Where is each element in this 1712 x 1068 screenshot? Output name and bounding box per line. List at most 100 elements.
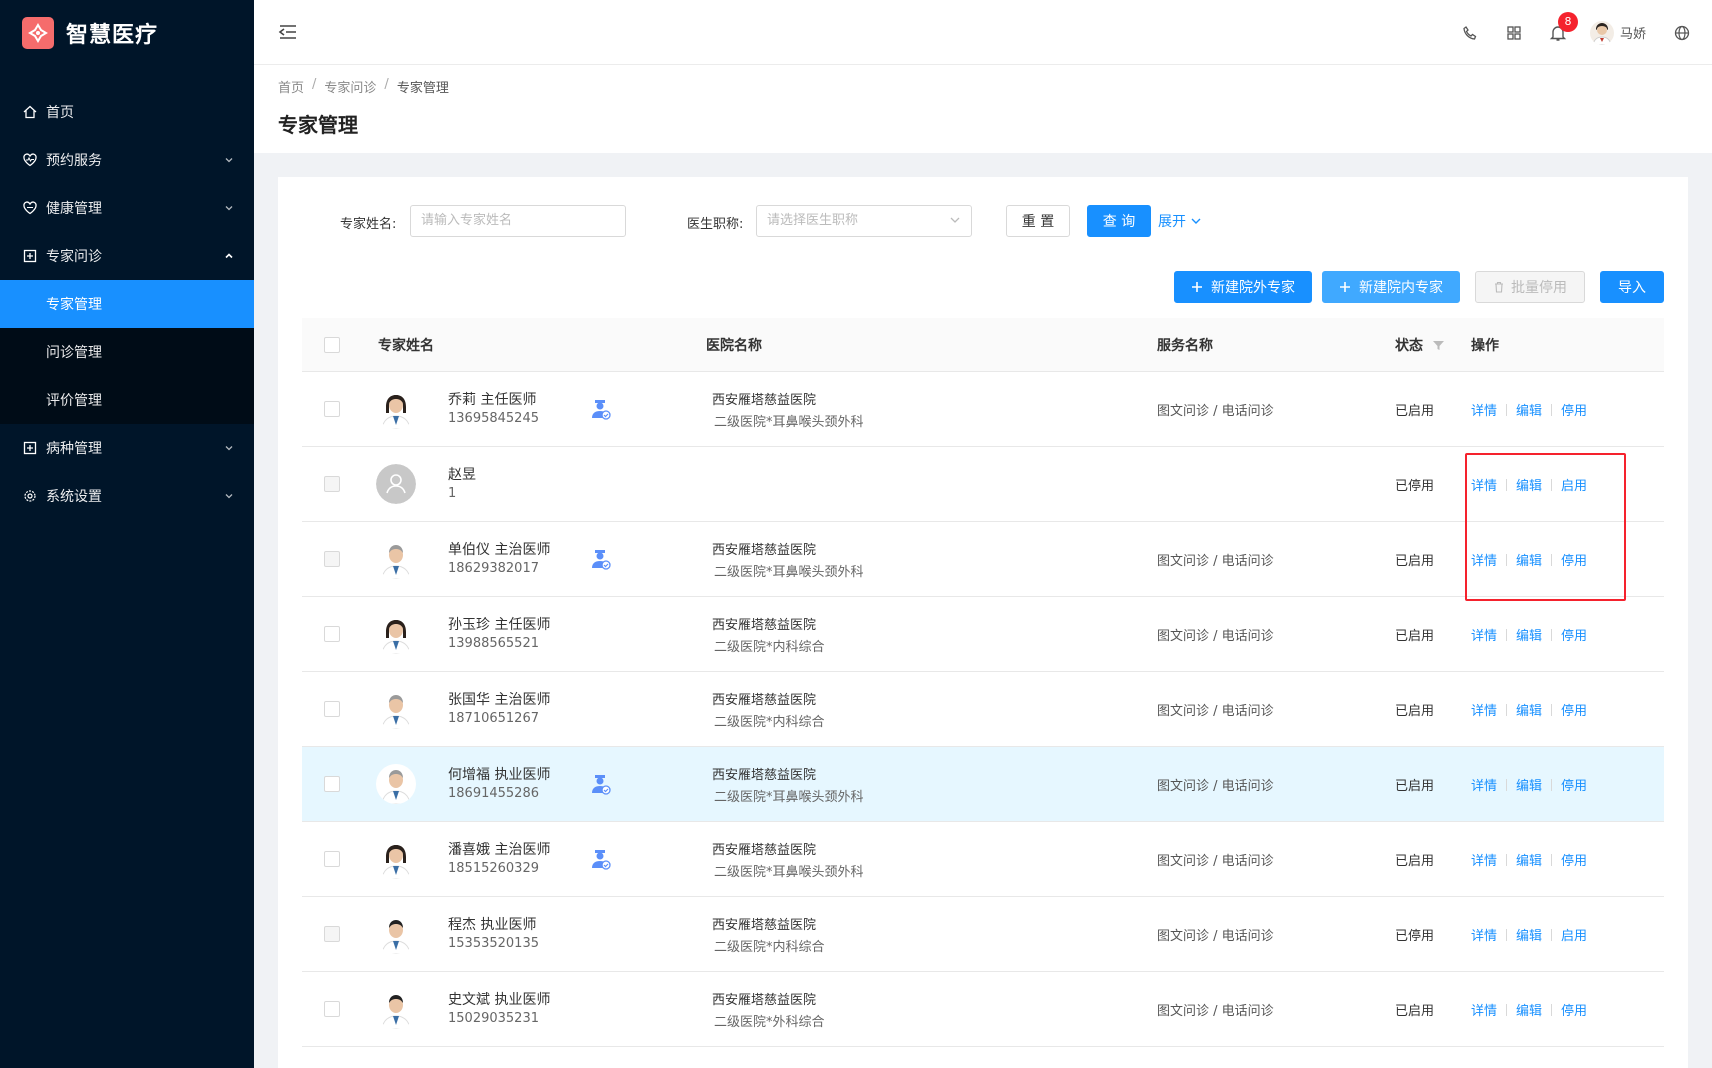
sidebar-subitem-2[interactable]: 评价管理 (0, 376, 254, 424)
row-actions: 详情 编辑 停用 (1471, 400, 1587, 419)
hospital-name: 西安雁塔慈益医院 (712, 393, 817, 408)
expert-avatar (376, 764, 416, 804)
breadcrumb: 首页 / 专家问诊 / 专家管理 (278, 77, 449, 96)
hospital-department: 二级医院*耳鼻喉头颈外科 (714, 865, 864, 880)
row-checkbox[interactable] (324, 476, 340, 492)
breadcrumb-current: 专家管理 (396, 81, 449, 96)
filter-icon[interactable] (1433, 340, 1444, 351)
detail-link[interactable]: 详情 (1471, 850, 1497, 869)
service-name: 图文问诊 / 电话问诊 (1157, 779, 1274, 794)
add-external-expert-button[interactable]: 新建院外专家 (1174, 271, 1312, 303)
edit-link[interactable]: 编辑 (1516, 475, 1542, 494)
detail-link[interactable]: 详情 (1471, 775, 1497, 794)
status-text: 已启用 (1395, 1004, 1435, 1019)
grid-icon[interactable] (1504, 23, 1524, 43)
row-checkbox[interactable] (324, 551, 340, 567)
batch-disable-label: 批量停用 (1511, 280, 1567, 296)
expert-avatar (376, 989, 416, 1029)
detail-link[interactable]: 详情 (1471, 625, 1497, 644)
edit-link[interactable]: 编辑 (1516, 925, 1542, 944)
expert-name: 何增福 执业医师 (448, 767, 551, 783)
logo: 智慧医疗 (0, 0, 254, 66)
sidebar-item-2[interactable]: 健康管理 (0, 184, 254, 232)
add-internal-expert-label: 新建院内专家 (1359, 280, 1443, 296)
toggle-status-link[interactable]: 停用 (1561, 625, 1587, 644)
table-row: 单伯仪 主治医师 18629382017 西安雁塔慈益医院 二级医院*耳鼻喉头颈外科 图… (302, 522, 1664, 597)
chevron-up-icon (224, 251, 234, 261)
batch-disable-button[interactable]: 批量停用 (1475, 271, 1585, 303)
doctor-title-select[interactable]: 请选择医生职称 (756, 205, 972, 237)
sidebar-item-5[interactable]: 系统设置 (0, 472, 254, 520)
query-button[interactable]: 查 询 (1087, 205, 1151, 237)
toggle-status-link[interactable]: 停用 (1561, 550, 1587, 569)
edit-link[interactable]: 编辑 (1516, 700, 1542, 719)
bell-icon[interactable]: 8 (1548, 11, 1578, 43)
row-checkbox[interactable] (324, 626, 340, 642)
expert-name: 乔莉 主任医师 (448, 392, 537, 408)
row-checkbox[interactable] (324, 401, 340, 417)
row-checkbox[interactable] (324, 776, 340, 792)
expert-name-input[interactable]: 请输入专家姓名 (410, 205, 626, 237)
hospital-department: 二级医院*耳鼻喉头颈外科 (714, 790, 864, 805)
row-actions: 详情 编辑 停用 (1471, 775, 1587, 794)
settings-icon (22, 488, 38, 504)
select-all-checkbox[interactable] (324, 337, 340, 353)
app-title: 智慧医疗 (66, 23, 159, 48)
toggle-status-link[interactable]: 停用 (1561, 400, 1587, 419)
edit-link[interactable]: 编辑 (1516, 1000, 1542, 1019)
sidebar-item-label: 首页 (46, 105, 74, 121)
toggle-status-link[interactable]: 停用 (1561, 775, 1587, 794)
sidebar-subitem-0[interactable]: 专家管理 (0, 280, 254, 328)
menu-fold-icon[interactable] (278, 22, 298, 42)
action-divider (1551, 703, 1553, 716)
sidebar-item-4[interactable]: 病种管理 (0, 424, 254, 472)
col-hospital-name: 医院名称 (706, 338, 762, 354)
detail-link[interactable]: 详情 (1471, 1000, 1497, 1019)
row-checkbox[interactable] (324, 926, 340, 942)
edit-link[interactable]: 编辑 (1516, 775, 1542, 794)
logo-icon (22, 17, 54, 49)
sidebar-item-0[interactable]: 首页 (0, 88, 254, 136)
row-checkbox[interactable] (324, 1001, 340, 1017)
toggle-status-link[interactable]: 启用 (1561, 475, 1587, 494)
edit-link[interactable]: 编辑 (1516, 850, 1542, 869)
phone-icon[interactable] (1460, 23, 1480, 43)
sidebar-subitem-1[interactable]: 问诊管理 (0, 328, 254, 376)
action-divider (1506, 703, 1508, 716)
edit-link[interactable]: 编辑 (1516, 625, 1542, 644)
detail-link[interactable]: 详情 (1471, 700, 1497, 719)
add-external-expert-label: 新建院外专家 (1211, 280, 1295, 296)
chevron-down-icon (949, 206, 961, 248)
toggle-status-link[interactable]: 停用 (1561, 1000, 1587, 1019)
detail-link[interactable]: 详情 (1471, 550, 1497, 569)
toggle-status-link[interactable]: 停用 (1561, 850, 1587, 869)
toggle-status-link[interactable]: 停用 (1561, 700, 1587, 719)
row-checkbox[interactable] (324, 851, 340, 867)
service-name: 图文问诊 / 电话问诊 (1157, 704, 1274, 719)
breadcrumb-consultation[interactable]: 专家问诊 (324, 77, 376, 96)
action-divider (1551, 928, 1553, 941)
row-actions: 详情 编辑 启用 (1471, 925, 1587, 944)
breadcrumb-home[interactable]: 首页 (278, 77, 304, 96)
expert-phone: 15353520135 (448, 936, 539, 951)
detail-link[interactable]: 详情 (1471, 475, 1497, 494)
edit-link[interactable]: 编辑 (1516, 400, 1542, 419)
toggle-status-link[interactable]: 启用 (1561, 925, 1587, 944)
sidebar-item-1[interactable]: 预约服务 (0, 136, 254, 184)
expand-toggle[interactable]: 展开 (1158, 211, 1202, 231)
edit-link[interactable]: 编辑 (1516, 550, 1542, 569)
detail-link[interactable]: 详情 (1471, 925, 1497, 944)
reset-button[interactable]: 重 置 (1006, 205, 1070, 237)
user-menu[interactable]: 马娇 (1589, 20, 1646, 45)
import-button[interactable]: 导入 (1600, 271, 1664, 303)
sidebar-item-3[interactable]: 专家问诊 (0, 232, 254, 280)
service-name: 图文问诊 / 电话问诊 (1157, 554, 1274, 569)
row-checkbox[interactable] (324, 701, 340, 717)
detail-link[interactable]: 详情 (1471, 400, 1497, 419)
globe-icon[interactable] (1672, 23, 1692, 43)
expert-avatar (376, 614, 416, 654)
status-text: 已停用 (1395, 929, 1435, 944)
add-internal-expert-button[interactable]: 新建院内专家 (1322, 271, 1460, 303)
table-row: 史文斌 执业医师 15029035231 西安雁塔慈益医院 二级医院*外科综合 图文问诊… (302, 972, 1664, 1047)
expert-name: 张国华 主治医师 (448, 692, 551, 708)
